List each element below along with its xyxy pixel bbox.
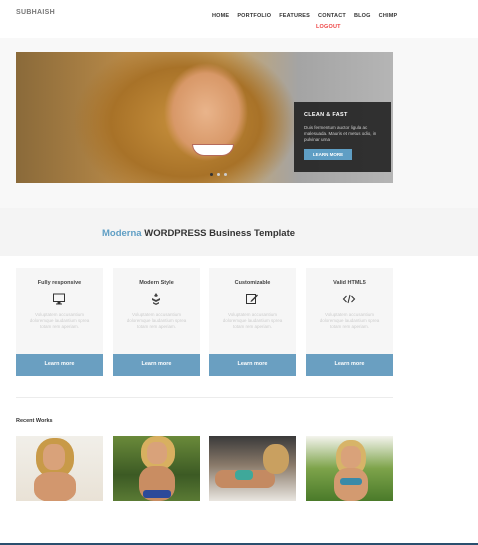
nav-logout[interactable]: LOGOUT <box>316 24 341 30</box>
page: SUBHAISH HOME PORTFOLIO FEATURES CONTACT… <box>0 0 478 545</box>
feature-description: Voluptatem accusantium doloremque laudan… <box>319 312 380 329</box>
nav-contact[interactable]: CONTACT <box>318 13 346 19</box>
slider-dot-2[interactable] <box>217 173 220 176</box>
feature-description: Voluptatem accusantium doloremque laudan… <box>222 312 283 329</box>
feature-title: Modern Style <box>139 280 174 286</box>
tagline-heading: Moderna WORDPRESS Business Template <box>102 228 295 239</box>
slide-caption: CLEAN & FAST Duis fermentum auctor ligul… <box>294 102 391 172</box>
thumbnail-detail <box>143 490 171 498</box>
thumbnail-detail <box>340 478 362 485</box>
tagline-rest: WORDPRESS Business Template <box>141 228 296 239</box>
tagline-section: Moderna WORDPRESS Business Template <box>0 208 478 256</box>
nav-chimp[interactable]: CHIMP <box>379 13 398 19</box>
feature-learn-more-button[interactable]: Learn more <box>209 354 296 376</box>
tagline-accent: Moderna <box>102 228 142 239</box>
slider-dot-3[interactable] <box>224 173 227 176</box>
nav-features[interactable]: FEATURES <box>279 13 310 19</box>
nav-blog[interactable]: BLOG <box>354 13 371 19</box>
thumbnail-detail <box>34 472 76 501</box>
site-logo[interactable]: SUBHAISH <box>16 9 55 16</box>
slider-dot-1[interactable] <box>210 173 213 176</box>
feature-card: Modern Style Voluptatem accusantium dolo… <box>113 268 200 376</box>
thumbnail-detail <box>147 442 167 464</box>
nav-home[interactable]: HOME <box>212 13 229 19</box>
features-section: Fully responsive Voluptatem accusantium … <box>16 268 393 376</box>
nav-portfolio[interactable]: PORTFOLIO <box>237 13 271 19</box>
site-header: SUBHAISH HOME PORTFOLIO FEATURES CONTACT… <box>0 0 478 38</box>
feature-learn-more-button[interactable]: Learn more <box>306 354 393 376</box>
work-thumbnail[interactable] <box>306 436 393 501</box>
leaf-icon <box>152 293 160 305</box>
code-icon <box>342 294 356 304</box>
feature-card: Valid HTML5 Voluptatem accusantium dolor… <box>306 268 393 376</box>
feature-title: Fully responsive <box>37 280 82 286</box>
feature-title: Customizable <box>234 280 271 286</box>
thumbnail-detail <box>43 444 65 470</box>
slider-image-detail <box>192 144 234 156</box>
recent-works-title: Recent Works <box>16 418 53 424</box>
thumbnail-detail <box>235 470 253 480</box>
thumbnail-detail <box>263 444 289 474</box>
thumbnail-detail <box>341 446 361 468</box>
hero-slider[interactable]: CLEAN & FAST Duis fermentum auctor ligul… <box>16 52 393 183</box>
recent-works-grid <box>16 436 393 501</box>
caption-text: Duis fermentum auctor ligula ac malesuad… <box>304 125 377 142</box>
feature-card: Customizable Voluptatem accusantium dolo… <box>209 268 296 376</box>
feature-description: Voluptatem accusantium doloremque laudan… <box>29 312 90 329</box>
main-nav: HOME PORTFOLIO FEATURES CONTACT BLOG CHI… <box>212 13 397 19</box>
feature-card: Fully responsive Voluptatem accusantium … <box>16 268 103 376</box>
feature-learn-more-button[interactable]: Learn more <box>113 354 200 376</box>
work-thumbnail[interactable] <box>113 436 200 501</box>
section-divider <box>16 397 393 398</box>
feature-learn-more-button[interactable]: Learn more <box>16 354 103 376</box>
caption-title: CLEAN & FAST <box>304 112 348 118</box>
caption-learn-more-button[interactable]: LEARN MORE <box>304 149 352 160</box>
hero-section: CLEAN & FAST Duis fermentum auctor ligul… <box>0 38 478 208</box>
edit-icon <box>246 294 258 304</box>
feature-description: Voluptatem accusantium doloremque laudan… <box>126 312 187 329</box>
work-thumbnail[interactable] <box>16 436 103 501</box>
slider-dots <box>210 173 227 176</box>
monitor-icon <box>53 293 65 305</box>
feature-title: Valid HTML5 <box>333 280 366 286</box>
work-thumbnail[interactable] <box>209 436 296 501</box>
